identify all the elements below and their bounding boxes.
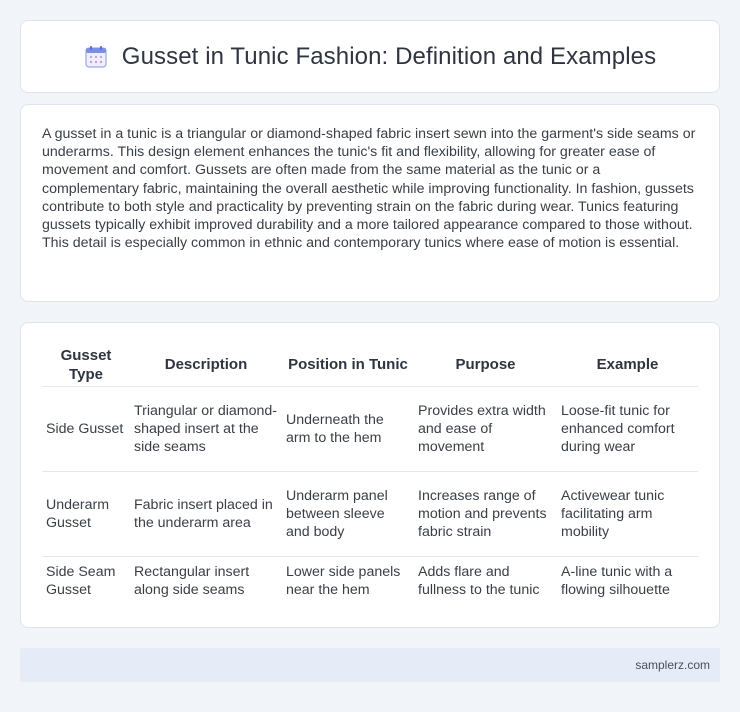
table-row: Side Seam Gusset Rectangular insert alon… [42,557,698,605]
cell-example: Loose-fit tunic for enhanced comfort dur… [557,387,698,472]
cell-example: Activewear tunic facilitating arm mobili… [557,472,698,557]
cell-example: A-line tunic with a flowing silhouette [561,564,673,598]
table-header-row: Gusset Type Description Position in Tuni… [42,343,698,387]
cell-purpose: Adds flare and fullness to the tunic [418,564,540,598]
cell-position: Underarm panel between sleeve and body [282,472,414,557]
cell-description: Triangular or diamond-shaped insert at t… [130,387,282,472]
calendar-icon [84,45,108,69]
cell-gusset-type: Underarm Gusset [42,472,130,557]
page-title: Gusset in Tunic Fashion: Definition and … [121,42,657,70]
header-example: Example [557,343,698,387]
title-card: Gusset in Tunic Fashion: Definition and … [20,20,720,93]
description-card: A gusset in a tunic is a triangular or d… [20,104,720,302]
header-gusset-type: Gusset Type [42,343,130,387]
cell-purpose: Increases range of motion and prevents f… [414,472,557,557]
footer-site-link[interactable]: samplerz.com [635,658,710,672]
table-card: Gusset Type Description Position in Tuni… [20,322,720,628]
cell-gusset-type: Side Gusset [42,387,130,472]
cell-description: Rectangular insert along side seams [134,564,250,598]
cell-description: Fabric insert placed in the underarm are… [130,472,282,557]
cell-position: Underneath the arm to the hem [282,387,414,472]
footer: samplerz.com [20,648,720,682]
header-purpose: Purpose [414,343,557,387]
title-wrap: Gusset in Tunic Fashion: Definition and … [84,43,656,71]
header-position: Position in Tunic [282,343,414,387]
header-description: Description [130,343,282,387]
cell-gusset-type: Side Seam Gusset [46,564,116,598]
table-row: Underarm Gusset Fabric insert placed in … [42,472,698,557]
description-text: A gusset in a tunic is a triangular or d… [42,126,696,252]
table-row: Side Gusset Triangular or diamond-shaped… [42,387,698,472]
cell-position: Lower side panels near the hem [286,564,401,598]
cell-purpose: Provides extra width and ease of movemen… [414,387,557,472]
gusset-table: Gusset Type Description Position in Tuni… [42,343,698,605]
